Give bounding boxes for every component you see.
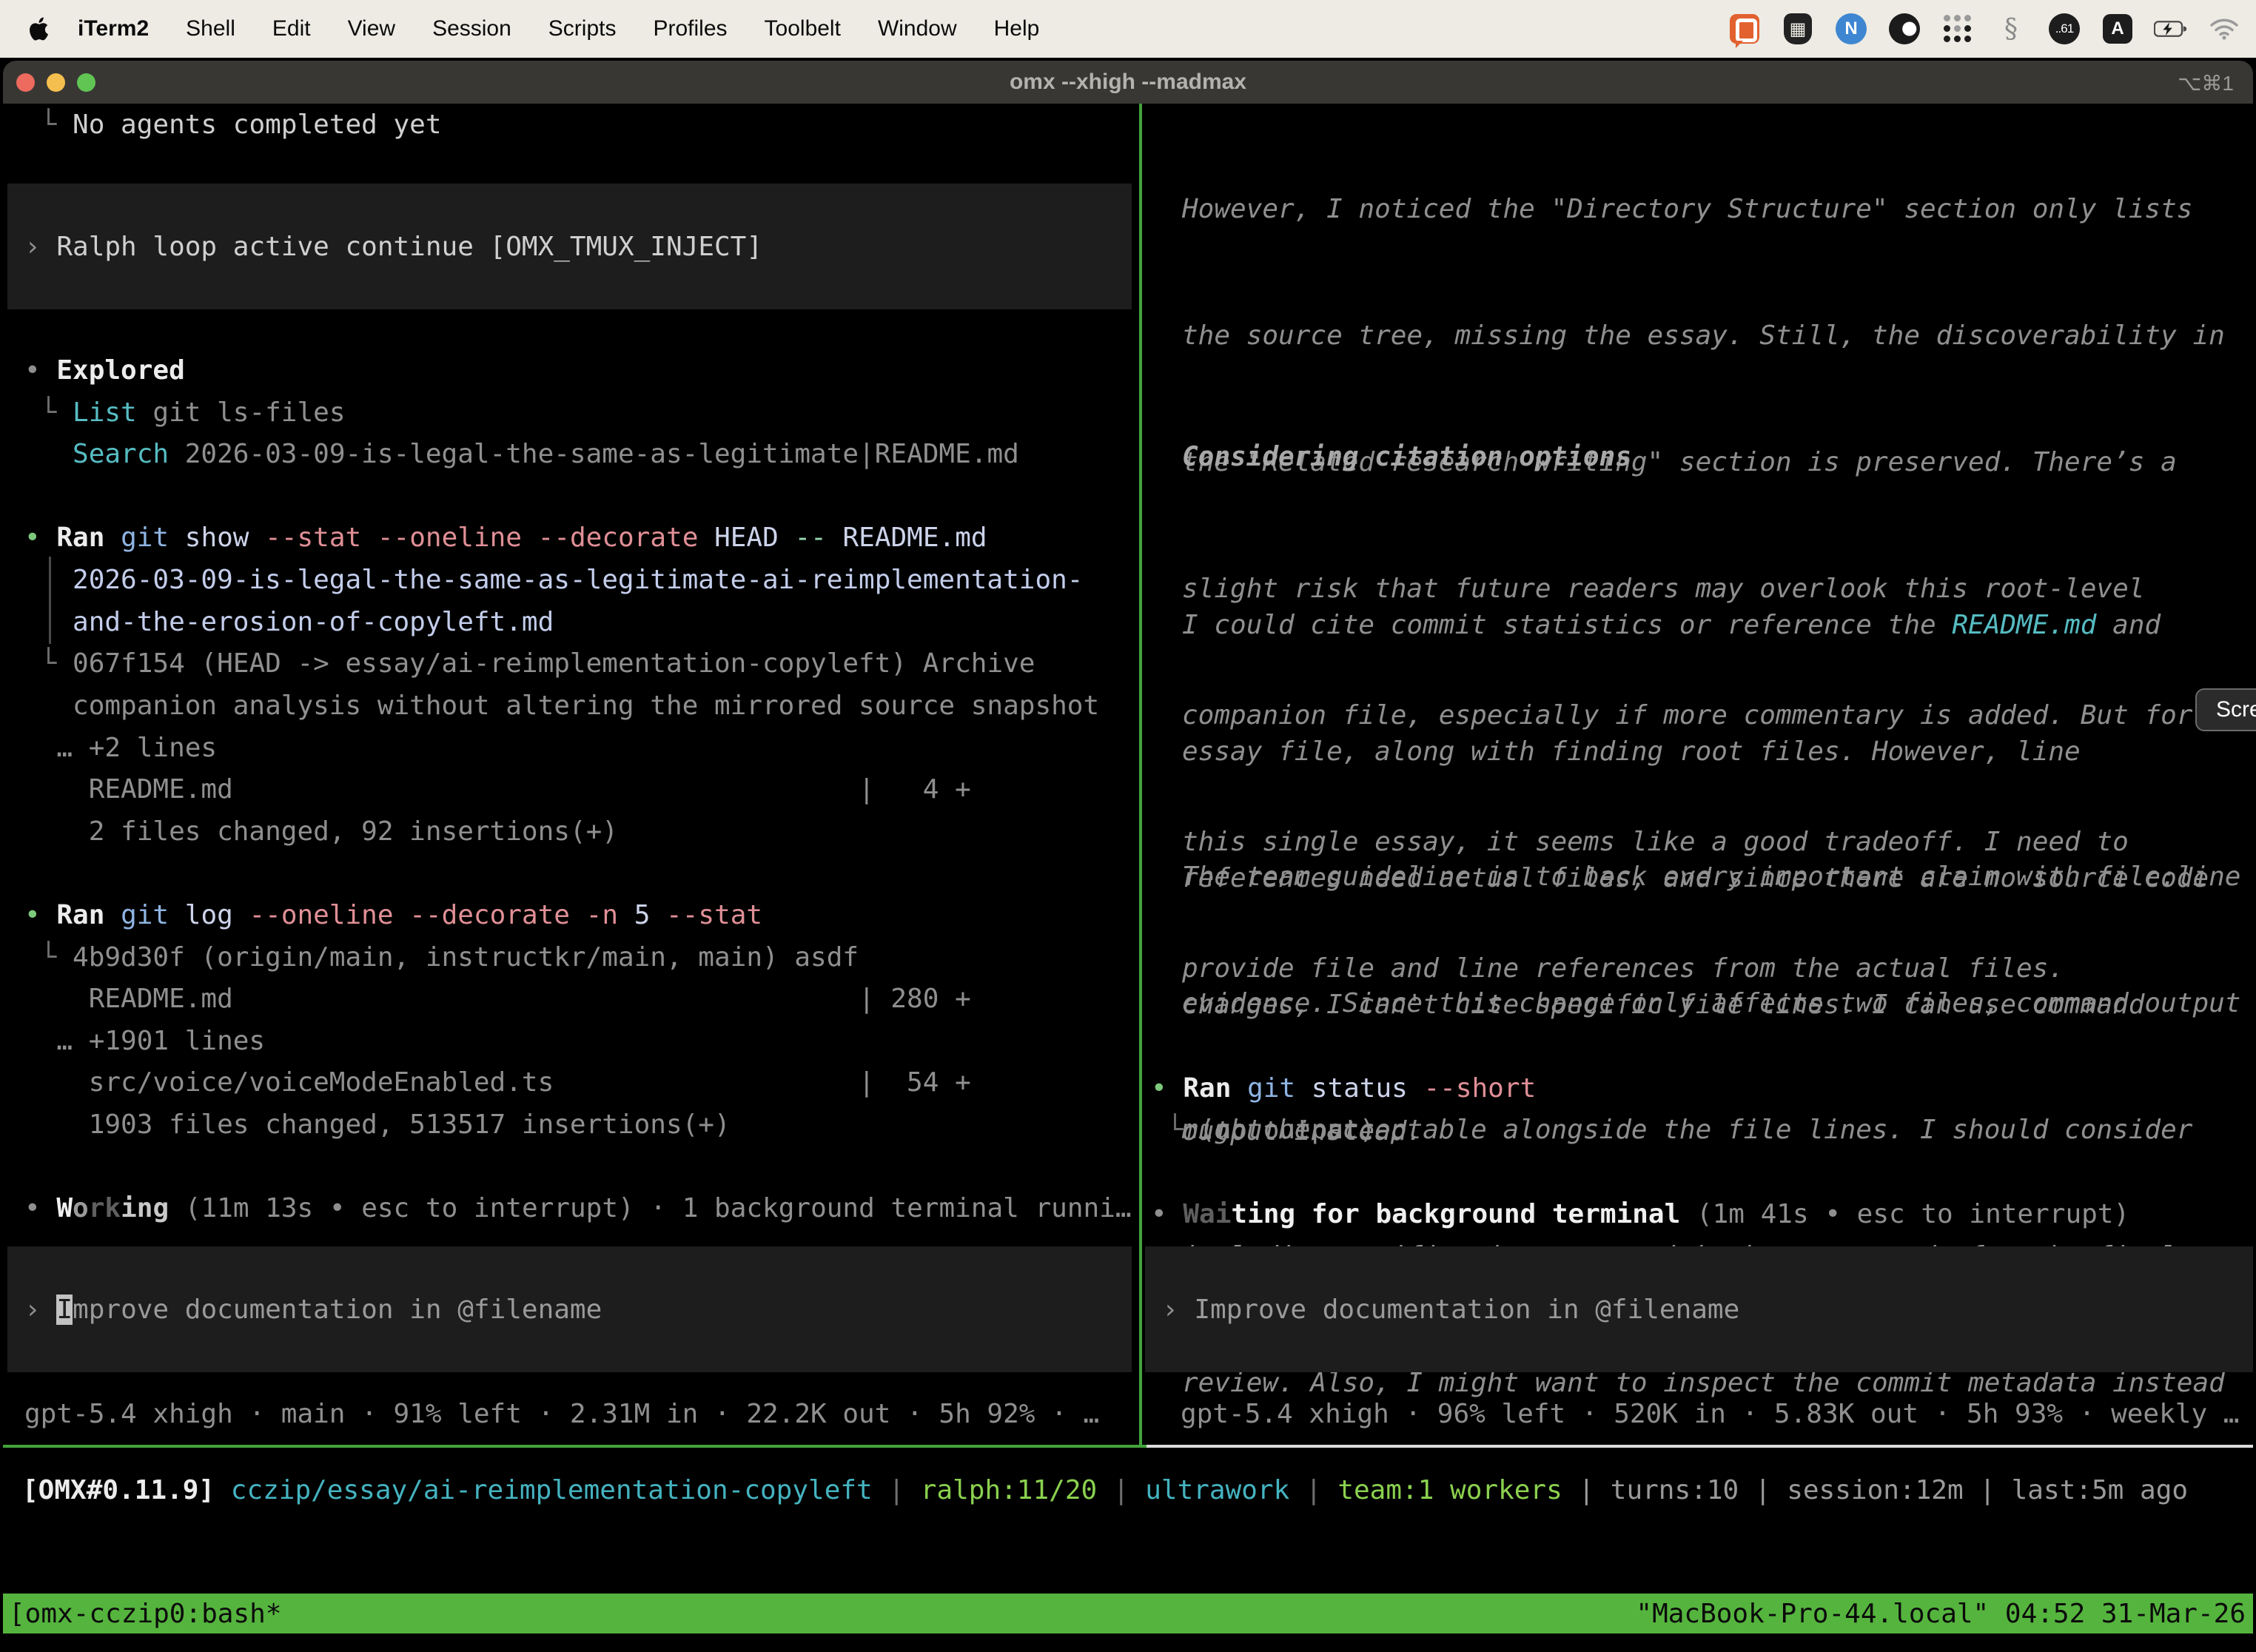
menu-item-session[interactable]: Session <box>414 16 530 41</box>
explored-search-line: Search 2026-03-09-is-legal-the-same-as-l… <box>24 433 1019 475</box>
readme-link: README.md <box>1952 610 2096 640</box>
text-cursor: I <box>56 1295 73 1325</box>
ran-git-log-line: • Ran git log --oneline --decorate -n 5 … <box>24 894 762 936</box>
pane-bottom-border-left <box>3 1445 1147 1448</box>
show-output-stat2: 2 files changed, 92 insertions(+) <box>24 810 618 853</box>
menu-item-window[interactable]: Window <box>859 16 976 41</box>
window-title: omx --xhigh --madmax <box>3 70 2253 95</box>
log-output-line1: └ 4b9d30f (origin/main, instructkr/main,… <box>24 936 859 978</box>
chevron-prompt-icon: › <box>24 1295 56 1325</box>
prompt-input[interactable]: › Improve documentation in @filename <box>1145 1246 2253 1372</box>
tmux-host-clock: "MacBook-Pro-44.local" 04:52 31-Mar-26 <box>1636 1599 2246 1629</box>
count-badge-icon[interactable]: ..61 <box>2047 12 2081 46</box>
show-output-truncation: … +2 lines <box>24 727 217 769</box>
left-agent-pane[interactable]: └ No agents completed yet › Ralph loop a… <box>3 104 1139 1445</box>
tmux-session-name[interactable]: [omx-cczip0:bash* <box>9 1599 281 1629</box>
reasoning-heading: Considering citation options <box>1182 436 1631 478</box>
log-output-truncation: … +1901 lines <box>24 1020 265 1062</box>
working-status-line: • Working (11m 13s • esc to interrupt) ·… <box>24 1187 1132 1229</box>
pane-divider[interactable] <box>1139 104 1142 1445</box>
blue-bolt-icon[interactable]: N <box>1834 12 1868 46</box>
no-agents-line: └ No agents completed yet <box>24 104 442 146</box>
screen-sharing-chip[interactable]: Scre <box>2195 688 2256 731</box>
status-output-line: └ (no output) <box>1151 1109 1375 1151</box>
omx-status-line: [OMX#0.11.9] cczip/essay/ai-reimplementa… <box>22 1469 2188 1511</box>
chevron-prompt-icon: › <box>24 232 56 262</box>
ralph-loop-banner: › Ralph loop active continue [OMX_TMUX_I… <box>7 184 1132 309</box>
menu-item-iterm2[interactable]: iTerm2 <box>59 16 167 41</box>
menu-item-help[interactable]: Help <box>976 16 1058 41</box>
waiting-status-line: • Waiting for background terminal (1m 41… <box>1151 1193 2129 1235</box>
model-status-line: gpt-5.4 xhigh · 96% left · 520K in · 5.8… <box>1181 1393 2239 1435</box>
tmux-panes: └ No agents completed yet › Ralph loop a… <box>3 104 2253 1445</box>
pane-bottom-border-right <box>1147 1445 2253 1448</box>
ran-git-status-line: • Ran git status --short <box>1151 1067 1536 1109</box>
crescent-icon[interactable] <box>1887 12 1921 46</box>
wifi-icon[interactable] <box>2207 12 2241 46</box>
menu-item-view[interactable]: View <box>329 16 414 41</box>
tmux-status-bar: [omx-cczip0:bash* "MacBook-Pro-44.local"… <box>3 1594 2253 1633</box>
shield-grid-icon[interactable]: ▦ <box>1781 12 1815 46</box>
menu-status-icons: ▦ N § ..61 A <box>1728 12 2256 46</box>
show-filename-line1: 2026-03-09-is-legal-the-same-as-legitima… <box>24 559 1083 601</box>
show-output-stat1: README.md | 4 + <box>24 768 971 810</box>
menu-item-profiles[interactable]: Profiles <box>634 16 745 41</box>
a-badge-icon[interactable]: A <box>2101 12 2135 46</box>
menu-item-toolbelt[interactable]: Toolbelt <box>746 16 859 41</box>
prompt-input[interactable]: › Improve documentation in @filename <box>7 1246 1132 1372</box>
menu-item-scripts[interactable]: Scripts <box>530 16 635 41</box>
log-output-stat2: src/voice/voiceModeEnabled.ts | 54 + <box>24 1061 971 1104</box>
explored-header: • Explored <box>24 349 185 392</box>
menu-item-shell[interactable]: Shell <box>167 16 254 41</box>
window-shortcut-badge: ⌥⌘1 <box>2178 71 2234 95</box>
model-status-line: gpt-5.4 xhigh · main · 91% left · 2.31M … <box>24 1393 1099 1435</box>
squiggle-icon[interactable]: § <box>1994 12 2028 46</box>
show-output-line2: companion analysis without altering the … <box>24 685 1099 727</box>
menu-bar: iTerm2 Shell Edit View Session Scripts P… <box>0 0 2256 58</box>
menu-item-edit[interactable]: Edit <box>254 16 329 41</box>
chevron-prompt-icon: › <box>1162 1295 1194 1325</box>
show-output-line1: └ 067f154 (HEAD -> essay/ai-reimplementa… <box>24 642 1035 685</box>
ran-git-show-line: • Ran git show --stat --oneline --decora… <box>24 517 987 559</box>
show-filename-line2: and-the-erosion-of-copyleft.md <box>24 601 554 643</box>
log-output-stat1: README.md | 280 + <box>24 978 971 1020</box>
chat-app-icon[interactable] <box>1728 12 1762 46</box>
log-output-stat3: 1903 files changed, 513517 insertions(+) <box>24 1104 731 1146</box>
title-bar: omx --xhigh --madmax ⌥⌘1 <box>3 61 2253 104</box>
apple-icon[interactable] <box>28 16 49 41</box>
explored-list-line: └ List git ls-files <box>24 392 346 434</box>
battery-icon[interactable] <box>2154 12 2188 46</box>
dots-grid-icon[interactable] <box>1941 12 1975 46</box>
iterm2-window: omx --xhigh --madmax ⌥⌘1 └ No agents com… <box>3 61 2253 1652</box>
right-agent-pane[interactable]: However, I noticed the "Directory Struct… <box>1142 104 2253 1445</box>
